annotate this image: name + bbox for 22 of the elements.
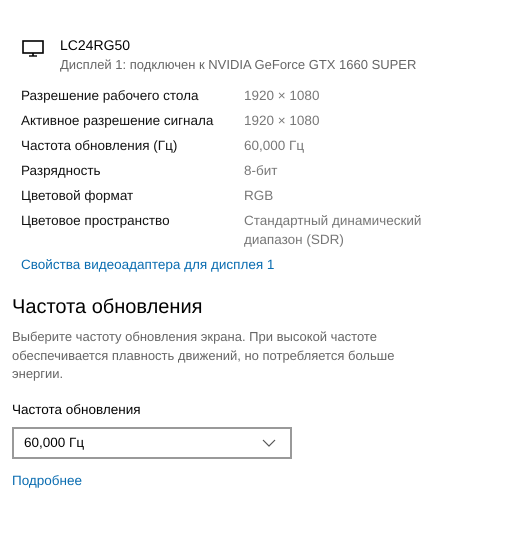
property-value: 1920 × 1080: [244, 112, 320, 130]
section-description: Выберите частоту обновления экрана. При высокой частоте обеспечивается плавность движений, но потребляется больше энергии.: [12, 328, 396, 383]
monitor-icon: [22, 40, 44, 57]
property-value: 8-бит: [244, 162, 278, 180]
property-label: Разрядность: [21, 162, 102, 180]
property-value: Стандартный динамический диапазон (SDR): [244, 212, 422, 249]
display-name: LC24RG50: [60, 36, 132, 54]
display-subtitle: Дисплей 1: подключен к NVIDIA GeForce GTX 1660 SUPER: [60, 56, 416, 74]
property-value: 1920 × 1080: [244, 87, 320, 105]
section-heading: Частота обновления: [12, 295, 204, 320]
learn-more-link[interactable]: Подробнее: [12, 470, 82, 490]
property-value: RGB: [244, 187, 274, 205]
property-label: Частота обновления (Гц): [21, 137, 178, 155]
property-label: Активное разрешение сигнала: [21, 112, 214, 130]
adapter-properties-link[interactable]: Свойства видеоадаптера для дисплея 1: [21, 255, 274, 274]
property-label: Разрешение рабочего стола: [21, 87, 200, 105]
refresh-rate-dropdown[interactable]: 60,000 Гц: [12, 426, 292, 458]
property-value: 60,000 Гц: [244, 137, 306, 155]
field-label: Частота обновления: [12, 400, 142, 418]
property-label: Цветовой формат: [21, 187, 134, 205]
chevron-down-icon: [262, 438, 276, 446]
property-label: Цветовое пространство: [21, 212, 171, 230]
